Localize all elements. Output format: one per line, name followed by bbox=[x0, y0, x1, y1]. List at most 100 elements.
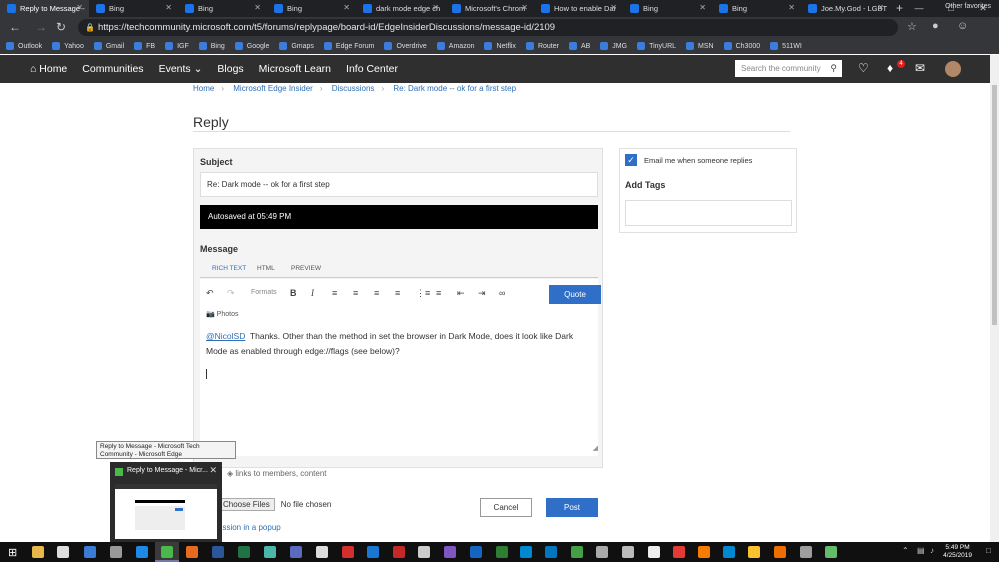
app-icon[interactable] bbox=[698, 546, 710, 558]
choose-files-button[interactable]: Choose Files bbox=[218, 498, 275, 511]
bookmark-item[interactable]: FB bbox=[134, 42, 155, 50]
bell-icon[interactable]: ♦ bbox=[887, 61, 893, 75]
formats-dropdown[interactable]: Formats bbox=[251, 289, 277, 296]
bookmark-item[interactable]: Gmail bbox=[93, 42, 124, 50]
bookmark-item[interactable]: Edge Forum bbox=[323, 42, 374, 50]
mail-app-icon[interactable] bbox=[57, 546, 69, 558]
tab-close-icon[interactable]: ✕ bbox=[254, 3, 261, 12]
italic-icon[interactable]: I bbox=[311, 288, 314, 298]
app-icon[interactable] bbox=[545, 546, 557, 558]
bookmark-item[interactable]: MSN bbox=[686, 42, 714, 50]
breadcrumb-discussions[interactable]: Discussions bbox=[332, 84, 375, 93]
app-icon[interactable] bbox=[622, 546, 634, 558]
resize-grip-icon[interactable]: ◢ bbox=[593, 441, 598, 456]
app-icon[interactable] bbox=[648, 546, 660, 558]
tray-chevron-icon[interactable]: ⌃ bbox=[902, 546, 909, 555]
popup-link[interactable]: ussion in a popup bbox=[218, 523, 281, 532]
tab-close-icon[interactable]: ✕ bbox=[610, 3, 617, 12]
browser-tab[interactable]: Bing ✕ bbox=[267, 0, 356, 17]
link-icon[interactable]: ∞ bbox=[499, 288, 505, 298]
bold-icon[interactable]: B bbox=[290, 288, 297, 298]
app-icon[interactable] bbox=[723, 546, 735, 558]
app-icon[interactable] bbox=[470, 546, 482, 558]
cancel-button[interactable]: Cancel bbox=[480, 498, 532, 517]
browser-tab[interactable]: Bing ✕ bbox=[712, 0, 801, 17]
quote-button[interactable]: Quote bbox=[549, 285, 601, 304]
breadcrumb-edge-insider[interactable]: Microsoft Edge Insider bbox=[233, 84, 313, 93]
bookmark-item[interactable]: JMG bbox=[600, 42, 627, 50]
heart-icon[interactable]: ♡ bbox=[858, 61, 869, 75]
app-icon[interactable] bbox=[774, 546, 786, 558]
align-right-icon[interactable]: ≡ bbox=[374, 288, 379, 298]
outdent-icon[interactable]: ⇤ bbox=[457, 288, 465, 299]
word-icon[interactable] bbox=[212, 546, 224, 558]
nav-blogs[interactable]: Blogs bbox=[217, 63, 243, 75]
tab-close-icon[interactable]: ✕ bbox=[521, 3, 528, 12]
nav-events[interactable]: Events ⌄ bbox=[159, 63, 203, 75]
profile-icon[interactable]: ● bbox=[932, 20, 939, 32]
browser-tab[interactable]: Bing ✕ bbox=[89, 0, 178, 17]
search-input[interactable]: Search the community ⚲ bbox=[735, 60, 842, 77]
undo-icon[interactable]: ↶ bbox=[206, 288, 214, 299]
bullet-list-icon[interactable]: ⋮≡ bbox=[416, 288, 430, 299]
tab-close-icon[interactable]: ✕ bbox=[432, 3, 439, 12]
align-left-icon[interactable]: ≡ bbox=[332, 288, 337, 298]
tags-input[interactable] bbox=[625, 200, 792, 226]
volume-icon[interactable]: ♪ bbox=[930, 546, 934, 555]
bookmark-item[interactable]: Router bbox=[525, 42, 559, 50]
back-icon[interactable]: ← bbox=[8, 20, 22, 34]
align-center-icon[interactable]: ≡ bbox=[353, 288, 358, 298]
tab-html[interactable]: HTML bbox=[257, 265, 275, 272]
redo-icon[interactable]: ↷ bbox=[227, 288, 235, 299]
app-icon[interactable] bbox=[673, 546, 685, 558]
indent-icon[interactable]: ⇥ bbox=[478, 288, 486, 299]
folder-icon[interactable] bbox=[32, 546, 44, 558]
bookmark-item[interactable]: TinyURL bbox=[637, 42, 676, 50]
taskbar-preview[interactable]: Reply to Message - Micr... ✕ bbox=[110, 462, 222, 542]
star-icon[interactable]: ☆ bbox=[907, 20, 917, 33]
browser-tab[interactable]: Bing ✕ bbox=[178, 0, 267, 17]
emoji-icon[interactable]: ☺ bbox=[957, 20, 968, 32]
edge-dev-icon[interactable] bbox=[161, 546, 173, 558]
bookmark-item[interactable]: Netflix bbox=[484, 42, 516, 50]
edge-icon[interactable] bbox=[136, 546, 148, 558]
other-favorites[interactable]: Other favorites bbox=[945, 3, 991, 10]
app-icon[interactable] bbox=[520, 546, 532, 558]
numbered-list-icon[interactable]: ≡ bbox=[436, 288, 441, 298]
bookmark-item[interactable]: IGF bbox=[165, 42, 189, 50]
tab-close-icon[interactable]: ✕ bbox=[699, 3, 706, 12]
url-field[interactable]: 🔒 https://techcommunity.microsoft.com/t5… bbox=[78, 19, 898, 36]
photos-button[interactable]: 📷 Photos bbox=[200, 307, 598, 322]
tab-close-icon[interactable]: ✕ bbox=[76, 3, 83, 12]
bookmark-item[interactable]: Outlook bbox=[6, 42, 42, 50]
app-icon[interactable] bbox=[84, 546, 96, 558]
firefox-icon[interactable] bbox=[186, 546, 198, 558]
excel-icon[interactable] bbox=[238, 546, 250, 558]
email-checkbox[interactable]: ✓ bbox=[625, 154, 637, 166]
bookmark-item[interactable]: Overdrive bbox=[384, 42, 427, 50]
app-icon[interactable] bbox=[748, 546, 760, 558]
browser-tab[interactable]: How to enable Dar ✕ bbox=[534, 0, 623, 17]
calendar-icon[interactable] bbox=[110, 546, 122, 558]
app-icon[interactable] bbox=[825, 546, 837, 558]
bookmark-item[interactable]: 511WI bbox=[770, 42, 802, 50]
scrollbar[interactable] bbox=[990, 55, 999, 542]
tab-rich-text[interactable]: RICH TEXT bbox=[212, 265, 246, 272]
app-icon[interactable] bbox=[596, 546, 608, 558]
calculator-icon[interactable] bbox=[418, 546, 430, 558]
app-icon[interactable] bbox=[393, 546, 405, 558]
bookmark-item[interactable]: Bing bbox=[198, 42, 225, 50]
nav-learn[interactable]: Microsoft Learn bbox=[259, 63, 331, 75]
start-icon[interactable]: ⊞ bbox=[8, 546, 17, 559]
scrollbar-thumb[interactable] bbox=[992, 85, 997, 325]
tab-close-icon[interactable]: ✕ bbox=[343, 3, 350, 12]
bookmark-item[interactable]: Amazon bbox=[436, 42, 474, 50]
bookmark-item[interactable]: Gmaps bbox=[279, 42, 314, 50]
subject-input[interactable]: Re: Dark mode -- ok for a first step bbox=[200, 172, 598, 197]
network-icon[interactable]: ▤ bbox=[917, 546, 925, 555]
app-icon[interactable] bbox=[496, 546, 508, 558]
app-icon[interactable] bbox=[444, 546, 456, 558]
justify-icon[interactable]: ≡ bbox=[395, 288, 400, 298]
minimize-icon[interactable]: — bbox=[903, 0, 935, 17]
acrobat-icon[interactable] bbox=[342, 546, 354, 558]
